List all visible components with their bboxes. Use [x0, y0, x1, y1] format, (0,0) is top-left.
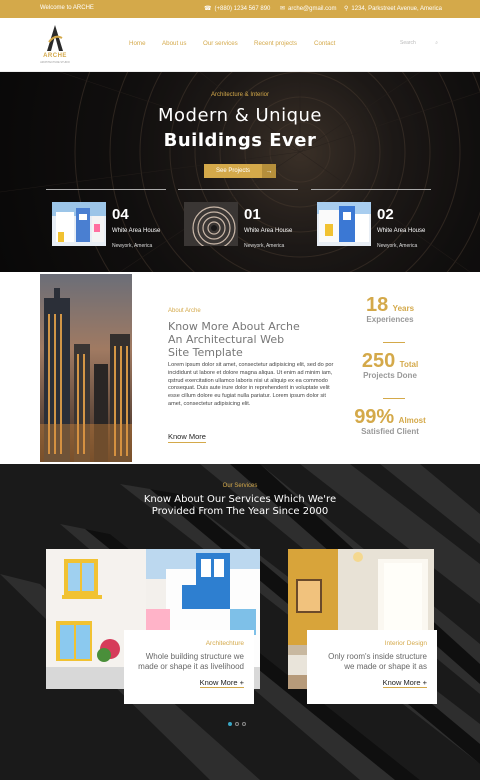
nav-home[interactable]: Home	[129, 40, 146, 47]
phone-info[interactable]: ☎ (+880) 1234 567 890	[204, 5, 271, 13]
stat-desc: Projects Done	[363, 371, 417, 380]
divider	[178, 189, 298, 190]
stat-divider	[383, 398, 405, 399]
stat-satisfied: 99% Almost Satisfied Client	[340, 406, 440, 436]
stat-unit: Years	[392, 304, 415, 313]
main-nav: ARCHE ARCHITECTURE STUDIO Home About us …	[0, 18, 480, 72]
project-card[interactable]: 04 White Area House Newyork, America	[46, 189, 166, 249]
logo[interactable]: ARCHE ARCHITECTURE STUDIO	[40, 24, 70, 68]
slider-dot[interactable]	[242, 722, 246, 726]
logo-brand: ARCHE	[43, 53, 67, 59]
logo-mark-icon	[47, 25, 63, 51]
location-icon: ⚲	[344, 6, 349, 12]
stat-years: 18 Years Experiences	[340, 294, 440, 324]
search-icon[interactable]: ⌕	[435, 40, 438, 50]
hero-title-line2: Buildings Ever	[163, 130, 317, 151]
service-card-architecture[interactable]: Architechture Whole building structure w…	[124, 630, 254, 704]
logo-tagline: ARCHITECTURE STUDIO	[40, 61, 70, 64]
service-desc: Only room's inside structure we made or …	[328, 652, 427, 671]
address-text: 1234, Parkstreet Avenue, America	[351, 5, 443, 12]
project-number: 02	[377, 206, 394, 223]
project-thumbnail	[317, 202, 371, 246]
stat-number: 99%	[354, 406, 395, 428]
stat-projects: 250 Total Projects Done	[340, 350, 440, 380]
arrow-right-icon: →	[262, 164, 276, 178]
phone-text: (+880) 1234 567 890	[214, 5, 271, 12]
hero-section: Architecture & Interior Modern & Unique …	[0, 72, 480, 272]
services-section: Our Services Know About Our Services Whi…	[0, 464, 480, 780]
hero-title-line1: Modern & Unique	[157, 105, 322, 126]
nav-contact[interactable]: Contact	[314, 40, 335, 47]
phone-icon: ☎	[204, 6, 212, 12]
project-name: White Area House	[244, 228, 293, 234]
services-heading: Know About Our Services Which We're Prov…	[143, 494, 337, 517]
nav-recent-projects[interactable]: Recent projects	[254, 40, 297, 47]
project-location: Newyork, America	[244, 243, 285, 249]
project-number: 01	[244, 206, 261, 223]
city-skyline-image	[40, 274, 132, 462]
project-name: White Area House	[377, 228, 426, 234]
search-box[interactable]: Search ⌕	[400, 40, 438, 50]
nav-services[interactable]: Our services	[203, 40, 238, 47]
about-section: About Arche Know More About Arche An Arc…	[0, 272, 480, 464]
about-body: Lorem ipsum dolor sit amet, consectetur …	[168, 362, 334, 407]
service-desc: Whole building structure we made or shap…	[138, 652, 244, 671]
stat-number: 250	[361, 350, 396, 372]
address-info: ⚲ 1234, Parkstreet Avenue, America	[344, 5, 443, 13]
email-text: arche@gmail.com	[288, 5, 337, 12]
welcome-text: Welcome to ARCHE	[40, 5, 94, 11]
project-location: Newyork, America	[377, 243, 418, 249]
service-title: Interior Design	[384, 640, 427, 647]
about-heading: Know More About Arche An Architectural W…	[168, 320, 300, 359]
project-name: White Area House	[112, 228, 161, 234]
project-location: Newyork, America	[112, 243, 153, 249]
project-thumbnail	[184, 202, 238, 246]
stat-unit: Total	[399, 360, 419, 369]
slider-dot[interactable]	[228, 722, 232, 726]
nav-about[interactable]: About us	[162, 40, 186, 47]
top-bar: Welcome to ARCHE ☎ (+880) 1234 567 890 ✉…	[0, 0, 480, 18]
services-label: Our Services	[222, 483, 258, 489]
stat-unit: Almost	[398, 416, 426, 425]
email-icon: ✉	[280, 6, 286, 12]
service-know-more-link[interactable]: Know More +	[199, 678, 244, 688]
about-know-more-link[interactable]: Know More	[168, 432, 206, 443]
project-number: 04	[112, 206, 129, 223]
project-card[interactable]: 02 White Area House Newyork, America	[311, 189, 431, 249]
service-card-interior[interactable]: Interior Design Only room's inside struc…	[307, 630, 437, 704]
slider-dot[interactable]	[235, 722, 239, 726]
divider	[46, 189, 166, 190]
stat-number: 18	[365, 294, 389, 316]
service-title: Architechture	[205, 640, 244, 647]
email-info[interactable]: ✉ arche@gmail.com	[280, 5, 337, 13]
slider-pagination	[228, 722, 246, 726]
divider	[311, 189, 431, 190]
stat-desc: Experiences	[366, 315, 414, 324]
hero-subtitle: Architecture & Interior	[210, 92, 270, 98]
see-projects-label: See Projects	[215, 168, 251, 174]
search-input[interactable]: Search	[400, 40, 416, 50]
stat-divider	[383, 342, 405, 343]
service-know-more-link[interactable]: Know More +	[382, 678, 427, 688]
see-projects-button[interactable]: See Projects →	[204, 164, 276, 178]
project-thumbnail	[52, 202, 106, 246]
about-label: About Arche	[168, 308, 201, 314]
stat-desc: Satisfied Client	[361, 427, 419, 436]
project-card[interactable]: 01 White Area House Newyork, America	[178, 189, 298, 249]
